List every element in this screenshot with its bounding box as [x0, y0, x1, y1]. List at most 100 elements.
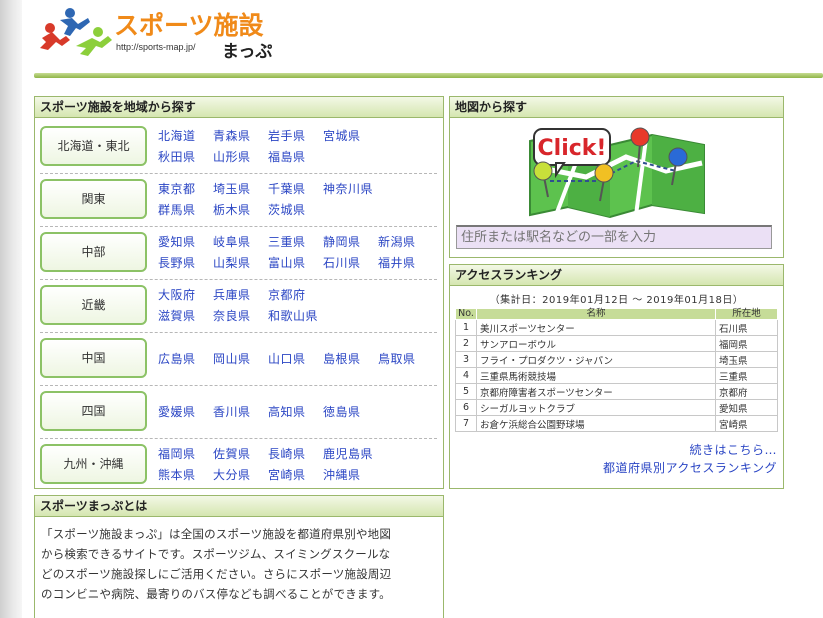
prefecture-ranking-link[interactable]: 都道府県別アクセスランキング	[603, 459, 777, 476]
prefecture-link[interactable]: 福島県	[268, 148, 306, 165]
region-row: 関東 東京都 埼玉県 千葉県 神奈川県群馬県 栃木県 茨城県	[40, 174, 437, 227]
ranking-row[interactable]: 7 お倉ケ浜総合公園野球場 宮崎県	[455, 415, 778, 432]
prefecture-link[interactable]: 佐賀県	[213, 445, 251, 462]
prefecture-link[interactable]: 長野県	[158, 254, 196, 271]
prefecture-link[interactable]: 宮崎県	[268, 466, 306, 483]
prefecture-link[interactable]: 三重県	[268, 233, 306, 250]
map-panel-title: 地図から探す	[450, 97, 783, 118]
map-click-banner[interactable]: Click!	[526, 127, 708, 219]
prefecture-link[interactable]: 石川県	[323, 254, 361, 271]
ranking-panel-title: アクセスランキング	[450, 265, 783, 286]
site-logo[interactable]: スポーツ施設 http://sports-map.jp/ まっぷ	[36, 4, 296, 68]
prefecture-link[interactable]: 愛知県	[158, 233, 196, 250]
region-row: 北海道・東北 北海道 青森県 岩手県 宮城県秋田県 山形県 福島県	[40, 121, 437, 174]
region-button[interactable]: 中国	[40, 338, 147, 378]
prefecture-link[interactable]: 岩手県	[268, 127, 306, 144]
facility-name[interactable]: お倉ケ浜総合公園野球場	[476, 415, 716, 432]
prefecture-link[interactable]: 高知県	[268, 403, 306, 420]
prefecture-link[interactable]: 愛媛県	[158, 403, 196, 420]
prefecture-link[interactable]: 秋田県	[158, 148, 196, 165]
region-button[interactable]: 九州・沖縄	[40, 444, 147, 484]
facility-name[interactable]: 三重県馬術競技場	[476, 367, 716, 384]
prefecture-link[interactable]: 青森県	[213, 127, 251, 144]
folded-map-icon: Click!	[529, 127, 705, 219]
region-button[interactable]: 四国	[40, 391, 147, 431]
prefecture-link[interactable]: 兵庫県	[213, 286, 251, 303]
prefecture-link[interactable]: 鳥取県	[378, 350, 416, 367]
facility-name[interactable]: 京都府障害者スポーツセンター	[476, 383, 716, 400]
region-row: 中部 愛知県 岐阜県 三重県 静岡県 新潟県長野県 山梨県 富山県 石川県 福井県	[40, 227, 437, 280]
prefecture-link[interactable]: 福岡県	[158, 445, 196, 462]
rank-number: 4	[455, 367, 477, 384]
region-row: 四国 愛媛県 香川県 高知県 徳島県	[40, 386, 437, 439]
prefecture-link[interactable]: 埼玉県	[213, 180, 251, 197]
access-ranking-panel: アクセスランキング （集計日：2019年01月12日 ～ 2019年01月18日…	[449, 264, 784, 489]
ranking-more-link[interactable]: 続きはこちら…	[689, 441, 777, 458]
facility-location: 石川県	[715, 319, 778, 336]
prefecture-link[interactable]: 岐阜県	[213, 233, 251, 250]
prefecture-link[interactable]: 群馬県	[158, 201, 196, 218]
prefecture-link[interactable]: 山口県	[268, 350, 306, 367]
ranking-period: （集計日：2019年01月12日 ～ 2019年01月18日）	[489, 295, 744, 306]
prefecture-link[interactable]: 静岡県	[323, 233, 361, 250]
prefecture-link[interactable]: 岡山県	[213, 350, 251, 367]
prefecture-link[interactable]: 富山県	[268, 254, 306, 271]
about-line: どのスポーツ施設探しにご活用ください。さらにスポーツ施設周辺	[41, 567, 392, 581]
prefecture-link[interactable]: 島根県	[323, 350, 361, 367]
region-button[interactable]: 近畿	[40, 285, 147, 325]
prefecture-link[interactable]: 長崎県	[268, 445, 306, 462]
facility-name[interactable]: フライ・プロダクツ・ジャパン	[476, 351, 716, 368]
prefecture-link[interactable]: 山梨県	[213, 254, 251, 271]
about-panel: スポーツまっぷとは 「スポーツ施設まっぷ」は全国のスポーツ施設を都道府県別や地図…	[34, 495, 444, 618]
prefecture-link[interactable]: 大分県	[213, 466, 251, 483]
prefecture-link[interactable]: 福井県	[378, 254, 416, 271]
prefecture-link[interactable]: 大阪府	[158, 286, 196, 303]
rank-number: 7	[455, 415, 477, 432]
facility-name[interactable]: サンアローボウル	[476, 335, 716, 352]
prefecture-link[interactable]: 京都府	[268, 286, 306, 303]
prefecture-link[interactable]: 熊本県	[158, 466, 196, 483]
ranking-row[interactable]: 6 シーガルヨットクラブ 愛知県	[455, 399, 778, 416]
facility-location: 宮崎県	[715, 415, 778, 432]
facility-name[interactable]: シーガルヨットクラブ	[476, 399, 716, 416]
rank-number: 2	[455, 335, 477, 352]
prefecture-link[interactable]: 鹿児島県	[323, 445, 373, 462]
prefecture-link[interactable]: 新潟県	[378, 233, 416, 250]
ranking-row[interactable]: 1 美川スポーツセンター 石川県	[455, 319, 778, 336]
prefecture-link[interactable]: 北海道	[158, 127, 196, 144]
prefecture-link[interactable]: 沖縄県	[323, 466, 361, 483]
prefecture-link[interactable]: 栃木県	[213, 201, 251, 218]
address-search-input[interactable]	[456, 225, 772, 249]
about-line: から検索できるサイトです。スポーツジム、スイミングスクールな	[41, 547, 391, 561]
about-line: 「スポーツ施設まっぷ」は全国のスポーツ施設を都道府県別や地図	[41, 527, 392, 541]
ranking-table: No. 名称 所在地 1 美川スポーツセンター 石川県 2 サンアローボウル 福岡県 3 フラ…	[455, 308, 778, 432]
prefecture-link[interactable]: 滋賀県	[158, 307, 196, 324]
prefecture-link[interactable]: 茨城県	[268, 201, 306, 218]
prefecture-link[interactable]: 奈良県	[213, 307, 251, 324]
ranking-row[interactable]: 3 フライ・プロダクツ・ジャパン 埼玉県	[455, 351, 778, 368]
about-description: 「スポーツ施設まっぷ」は全国のスポーツ施設を都道府県別や地図 から検索できるサイ…	[41, 524, 441, 604]
prefecture-link[interactable]: 神奈川県	[323, 180, 373, 197]
rank-number: 3	[455, 351, 477, 368]
prefecture-link[interactable]: 広島県	[158, 350, 196, 367]
prefecture-link[interactable]: 東京都	[158, 180, 196, 197]
ranking-row[interactable]: 5 京都府障害者スポーツセンター 京都府	[455, 383, 778, 400]
prefecture-link[interactable]: 香川県	[213, 403, 251, 420]
ranking-row[interactable]: 2 サンアローボウル 福岡県	[455, 335, 778, 352]
col-no: No.	[455, 308, 477, 320]
col-name: 名称	[476, 308, 716, 320]
prefecture-link[interactable]: 山形県	[213, 148, 251, 165]
region-row: 中国 広島県 岡山県 山口県 島根県 鳥取県	[40, 333, 437, 386]
region-panel-title: スポーツ施設を地域から探す	[35, 97, 443, 118]
athletes-logo-icon	[40, 8, 112, 56]
facility-name[interactable]: 美川スポーツセンター	[476, 319, 716, 336]
prefecture-link[interactable]: 和歌山県	[268, 307, 318, 324]
prefecture-link[interactable]: 千葉県	[268, 180, 306, 197]
rank-number: 6	[455, 399, 477, 416]
region-button[interactable]: 北海道・東北	[40, 126, 147, 166]
region-button[interactable]: 中部	[40, 232, 147, 272]
region-button[interactable]: 関東	[40, 179, 147, 219]
ranking-row[interactable]: 4 三重県馬術競技場 三重県	[455, 367, 778, 384]
prefecture-link[interactable]: 徳島県	[323, 403, 361, 420]
prefecture-link[interactable]: 宮城県	[323, 127, 361, 144]
